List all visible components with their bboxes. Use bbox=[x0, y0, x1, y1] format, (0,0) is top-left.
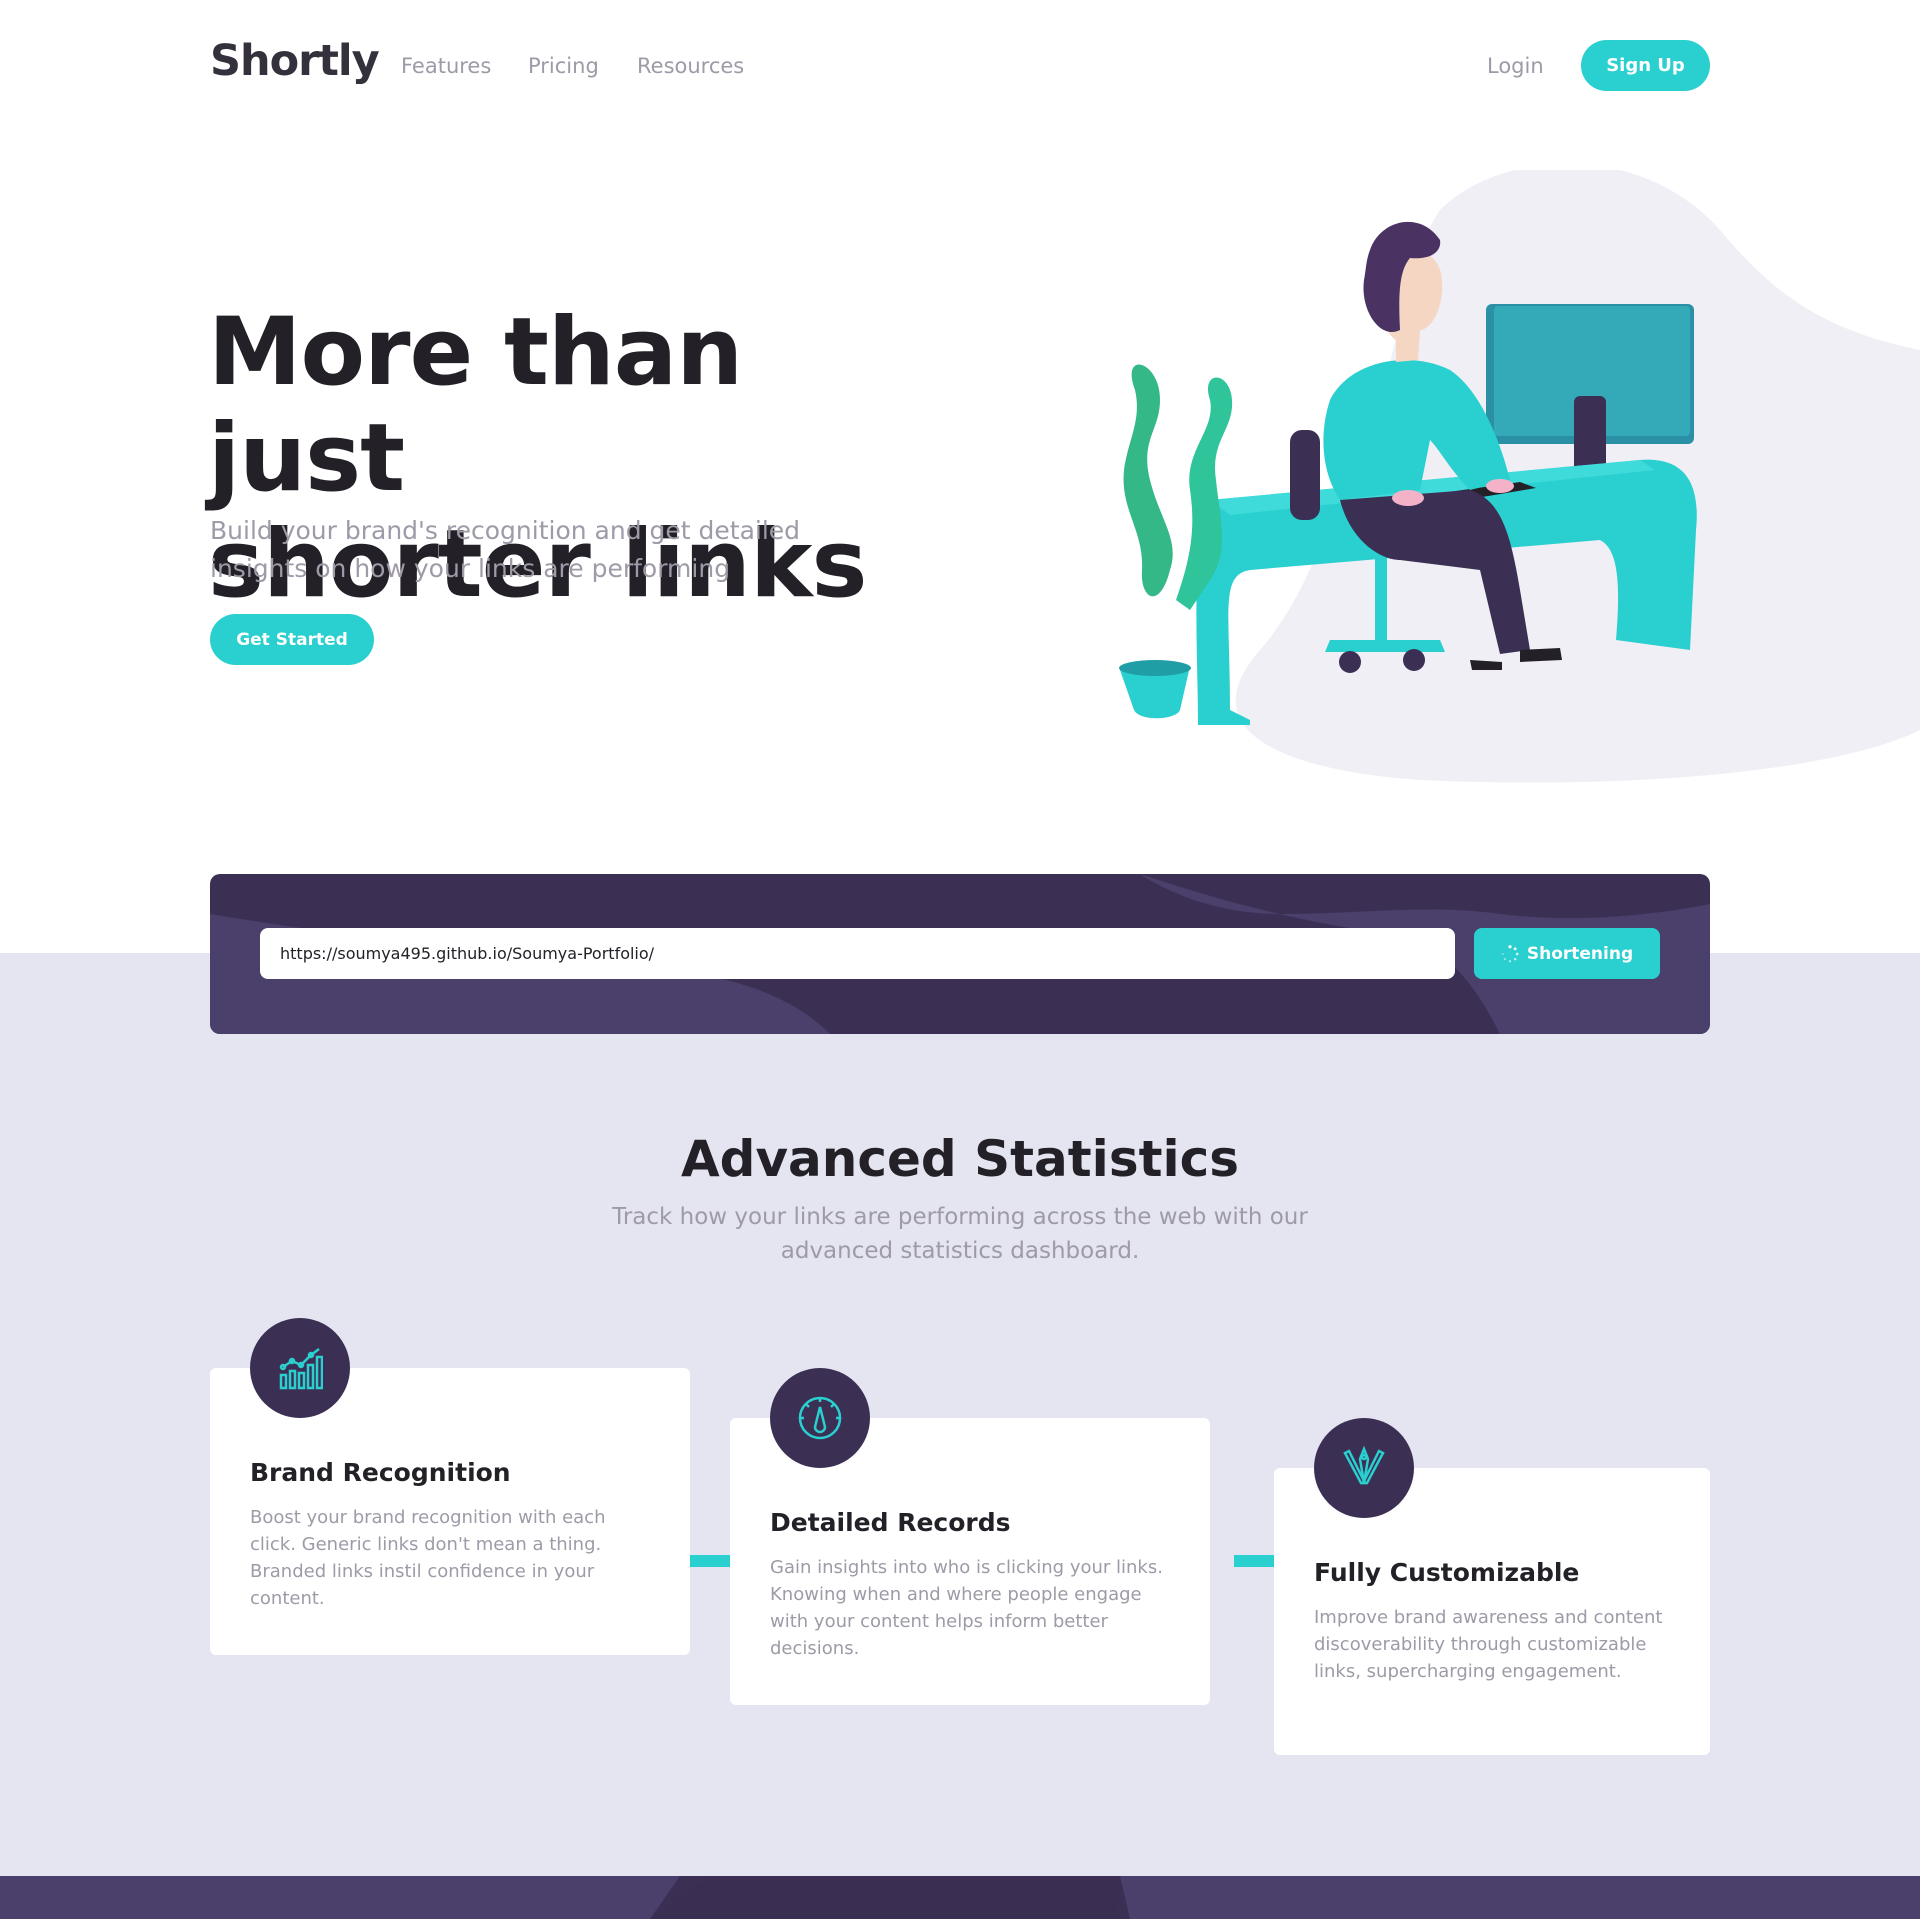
login-link[interactable]: Login bbox=[1487, 54, 1544, 78]
card-description: Gain insights into who is clicking your … bbox=[770, 1557, 1163, 1659]
shorten-button-label: Shortening bbox=[1526, 943, 1634, 964]
card-description: Boost your brand recognition with each c… bbox=[250, 1507, 606, 1609]
top-navigation: Shortly Features Pricing Resources Login… bbox=[0, 0, 1920, 130]
feature-card-fully-customizable: Fully Customizable Improve brand awarene… bbox=[1274, 1418, 1710, 1755]
shorten-button[interactable]: Shortening bbox=[1474, 928, 1660, 979]
hero-subtitle: Build your brand's recognition and get d… bbox=[210, 516, 801, 583]
boost-section-band bbox=[0, 1876, 1920, 1919]
card-description: Improve brand awareness and content disc… bbox=[1314, 1607, 1663, 1682]
feature-card-brand-recognition: Brand Recognition Boost your brand recog… bbox=[210, 1318, 690, 1655]
logo[interactable]: Shortly bbox=[210, 36, 380, 86]
fully-customizable-icon bbox=[1314, 1418, 1414, 1518]
statistics-subtitle: Track how your links are performing acro… bbox=[612, 1204, 1308, 1264]
card-connector bbox=[690, 1555, 730, 1567]
working-illustration bbox=[1119, 170, 1920, 783]
url-input[interactable] bbox=[260, 928, 1455, 979]
hero-title-line-1: More than just bbox=[208, 298, 743, 513]
shorten-form: Shortening bbox=[210, 874, 1710, 1034]
card-title: Detailed Records bbox=[770, 1508, 1011, 1537]
get-started-button[interactable]: Get Started bbox=[210, 614, 374, 665]
card-title: Brand Recognition bbox=[250, 1458, 511, 1487]
boost-background-pattern bbox=[0, 1876, 1920, 1919]
nav-link-pricing[interactable]: Pricing bbox=[528, 54, 599, 78]
brand-recognition-icon bbox=[250, 1318, 350, 1418]
card-connector bbox=[1234, 1555, 1274, 1567]
feature-card-detailed-records: Detailed Records Gain insights into who … bbox=[730, 1368, 1210, 1705]
detailed-records-icon bbox=[770, 1368, 870, 1468]
nav-link-features[interactable]: Features bbox=[401, 54, 491, 78]
statistics-title: Advanced Statistics bbox=[680, 1130, 1240, 1188]
signup-button[interactable]: Sign Up bbox=[1581, 40, 1710, 91]
card-title: Fully Customizable bbox=[1314, 1558, 1580, 1587]
nav-link-resources[interactable]: Resources bbox=[637, 54, 744, 78]
loading-spinner-icon bbox=[1501, 944, 1519, 962]
